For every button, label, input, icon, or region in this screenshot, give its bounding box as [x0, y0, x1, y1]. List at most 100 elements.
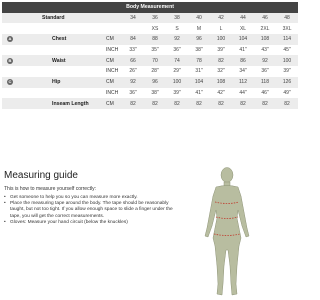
size-label: XS: [144, 23, 166, 35]
measurement-value: 45": [276, 44, 299, 56]
measurement-value: 96: [144, 76, 166, 88]
measurement-value: 100: [276, 55, 299, 67]
measurement-value: 108: [254, 34, 276, 45]
unit-label: CM: [102, 55, 122, 67]
measurement-label: Inseam Length: [18, 98, 102, 109]
measurement-value: 118: [254, 76, 276, 88]
standard-value: 34: [122, 12, 144, 24]
size-label: XL: [232, 23, 254, 35]
marker-cell: [2, 44, 18, 56]
guide-bullet-list: Get someone to help you so you can measu…: [4, 195, 182, 226]
measurement-label: Hip: [18, 76, 102, 88]
measurement-value: 41": [188, 87, 210, 99]
size-label: L: [210, 23, 232, 35]
measurement-label: [18, 87, 102, 99]
measurement-value: 82: [276, 98, 299, 109]
measurement-value: 43": [254, 44, 276, 56]
measurement-row: Inseam Length CM 82 82 82 82 82 82 82 82: [2, 98, 299, 109]
measurement-label: [18, 66, 102, 77]
standard-value: 42: [210, 12, 232, 24]
unit-label: CM: [102, 76, 122, 88]
standard-value: 36: [144, 12, 166, 24]
measurement-value: 104: [188, 76, 210, 88]
measurement-row: C Hip CM 92 96 100 104 108 112 118 126: [2, 76, 299, 88]
measurement-value: 32": [210, 66, 232, 77]
standard-value: 38: [166, 12, 188, 24]
unit-label: INCH: [102, 44, 122, 56]
measurement-value: 108: [210, 76, 232, 88]
marker-badge: C: [7, 79, 13, 86]
measurement-value: 33": [122, 44, 144, 56]
measurement-value: 46": [254, 87, 276, 99]
measurement-value: 36": [254, 66, 276, 77]
measurement-label: [18, 44, 102, 56]
unit-label: CM: [102, 34, 122, 45]
measurement-row: B Waist CM 66 70 74 78 82 86 92 100: [2, 55, 299, 67]
standard-value: 48: [276, 12, 299, 24]
measurement-value: 34": [232, 66, 254, 77]
measurement-value: 41": [232, 44, 254, 56]
size-label: M: [188, 23, 210, 35]
measurement-value: 26": [122, 66, 144, 77]
body-figure: [204, 167, 250, 296]
measurement-row: INCH 26" 28" 29" 31" 32" 34" 36" 39": [2, 66, 299, 77]
measurement-value: 92: [166, 34, 188, 45]
measurement-value: 39": [276, 66, 299, 77]
measurement-value: 82: [166, 98, 188, 109]
guide-bullet: Place the measuring tape around the body…: [4, 201, 182, 220]
marker-cell: [2, 66, 18, 77]
sizes-spacer: [2, 23, 144, 35]
guide-title: Measuring guide: [4, 170, 78, 181]
measurement-value: 66: [122, 55, 144, 67]
measurement-row: INCH 33" 35" 36" 38" 39" 41" 43" 45": [2, 44, 299, 56]
measurement-value: 36": [122, 87, 144, 99]
size-label: 2XL: [254, 23, 276, 35]
marker-badge: B: [7, 57, 13, 64]
measurement-value: 28": [144, 66, 166, 77]
standard-value: 44: [232, 12, 254, 24]
measurement-value: 100: [210, 34, 232, 45]
measurement-value: 74: [166, 55, 188, 67]
unit-label: CM: [102, 98, 122, 109]
table-title: Body Measurement: [2, 2, 299, 13]
measurement-value: 29": [166, 66, 188, 77]
sizes-row: XS S M L XL 2XL 3XL: [2, 23, 299, 35]
measurement-row: A Chest CM 84 88 92 96 100 104 108 114: [2, 34, 299, 45]
measurement-value: 96: [188, 34, 210, 45]
measuring-guide: Measuring guide This is how to measure y…: [4, 170, 182, 226]
measurement-value: 82: [144, 98, 166, 109]
marker-cell: A: [2, 34, 18, 45]
measurement-value: 42": [210, 87, 232, 99]
measurement-value: 70: [144, 55, 166, 67]
measurement-value: 39": [210, 44, 232, 56]
standard-label: Standard: [2, 12, 122, 24]
marker-cell: C: [2, 76, 18, 88]
measurement-value: 88: [144, 34, 166, 45]
measurement-value: 44": [232, 87, 254, 99]
measurement-value: 104: [232, 34, 254, 45]
measurement-value: 38": [144, 87, 166, 99]
standard-value: 40: [188, 12, 210, 24]
size-label: 3XL: [276, 23, 299, 35]
measurement-value: 49": [276, 87, 299, 99]
measurement-label: Waist: [18, 55, 102, 67]
body-silhouette-icon: [204, 167, 250, 296]
measurement-value: 86: [232, 55, 254, 67]
measurement-value: 38": [188, 44, 210, 56]
measurement-value: 82: [210, 98, 232, 109]
measurement-value: 35": [144, 44, 166, 56]
guide-intro: This is how to measure yourself correctl…: [4, 186, 96, 192]
standard-value: 46: [254, 12, 276, 24]
marker-cell: B: [2, 55, 18, 67]
measurement-value: 82: [254, 98, 276, 109]
unit-label: INCH: [102, 87, 122, 99]
measurement-value: 82: [188, 98, 210, 109]
marker-cell: [2, 98, 18, 109]
guide-bullet: Gloves: Measure your hand circuit (below…: [4, 220, 182, 226]
measurement-value: 92: [122, 76, 144, 88]
measurement-value: 112: [232, 76, 254, 88]
measurement-value: 126: [276, 76, 299, 88]
measurement-value: 100: [166, 76, 188, 88]
measurement-value: 78: [188, 55, 210, 67]
measurement-value: 92: [254, 55, 276, 67]
